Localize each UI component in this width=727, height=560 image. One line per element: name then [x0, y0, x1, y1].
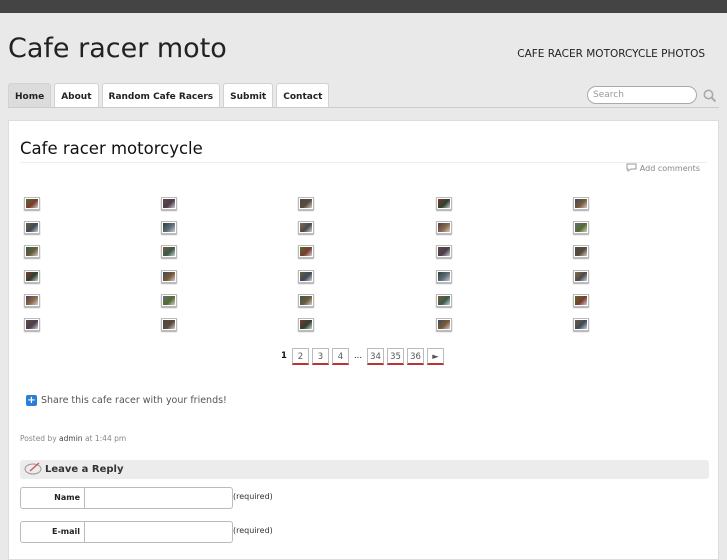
main-nav: Home About Random Cafe Racers Submit Con… [8, 83, 330, 107]
photo-thumbnail[interactable] [573, 221, 589, 234]
page-link[interactable]: 3 [312, 348, 329, 365]
search-input[interactable] [587, 86, 697, 104]
share-text: Share this cafe racer with your friends! [41, 395, 227, 406]
photo-thumbnail[interactable] [24, 197, 40, 210]
photo-thumbnail[interactable] [298, 245, 314, 258]
photo-thumbnail[interactable] [573, 270, 589, 283]
page-link[interactable]: 34 [367, 348, 384, 365]
photo-thumbnail[interactable] [436, 294, 452, 307]
reply-header: Leave a Reply [20, 460, 709, 479]
email-required-note: (required) [233, 526, 273, 535]
photo-thumbnail[interactable] [298, 197, 314, 210]
photo-thumbnail[interactable] [573, 197, 589, 210]
photo-thumbnail[interactable] [161, 197, 177, 210]
photo-thumbnail[interactable] [436, 197, 452, 210]
add-comments-label: Add comments [639, 164, 700, 173]
photo-thumbnail[interactable] [298, 270, 314, 283]
nav-random-cafe-racers[interactable]: Random Cafe Racers [101, 83, 221, 107]
email-field[interactable] [85, 521, 233, 543]
add-comments-link[interactable]: Add comments [626, 163, 700, 174]
name-required-note: (required) [233, 492, 273, 501]
photo-thumbnail[interactable] [436, 318, 452, 331]
page-current: 1 [281, 351, 287, 361]
post-content: Cafe racer motorcycle Add comments 1 2 3… [8, 120, 719, 560]
photo-thumbnail[interactable] [24, 245, 40, 258]
title-divider [20, 162, 707, 163]
photo-thumbnail[interactable] [24, 221, 40, 234]
page-link[interactable]: 35 [387, 348, 404, 365]
page-link[interactable]: 2 [292, 348, 309, 365]
author-link[interactable]: admin [59, 434, 83, 443]
photo-thumbnail[interactable] [436, 245, 452, 258]
photo-thumbnail[interactable] [24, 294, 40, 307]
post-time: 1:44 pm [94, 434, 127, 443]
pagination: 1 2 3 4 ... 34 35 36 ► [279, 348, 444, 365]
nav-about[interactable]: About [54, 83, 99, 107]
search-icon[interactable] [703, 88, 717, 107]
photo-thumbnail[interactable] [298, 294, 314, 307]
photo-thumbnail[interactable] [573, 294, 589, 307]
pencil-icon [24, 460, 42, 479]
posted-by-label: Posted by [20, 434, 57, 443]
photo-thumbnail[interactable] [161, 270, 177, 283]
nav-divider [8, 107, 719, 108]
nav-submit[interactable]: Submit [223, 83, 274, 107]
photo-thumbnail[interactable] [298, 318, 314, 331]
top-bar [0, 0, 727, 13]
photo-thumbnail[interactable] [161, 318, 177, 331]
page-ellipsis: ... [353, 351, 363, 361]
photo-thumbnail[interactable] [573, 318, 589, 331]
plus-icon: + [26, 395, 37, 406]
nav-home[interactable]: Home [8, 83, 52, 107]
name-field[interactable] [85, 487, 233, 509]
photo-thumbnail[interactable] [161, 221, 177, 234]
photo-thumbnail[interactable] [573, 245, 589, 258]
photo-thumbnail[interactable] [161, 294, 177, 307]
reply-title: Leave a Reply [45, 464, 124, 475]
post-title[interactable]: Cafe racer motorcycle [20, 139, 203, 158]
next-page-button[interactable]: ► [427, 348, 444, 365]
photo-thumbnail[interactable] [298, 221, 314, 234]
photo-thumbnail[interactable] [24, 270, 40, 283]
page-link[interactable]: 36 [407, 348, 424, 365]
comment-icon [626, 163, 637, 174]
post-meta: Posted by admin at 1:44 pm [20, 434, 126, 443]
email-field-label: E-mail [20, 521, 85, 543]
name-field-label: Name [20, 487, 85, 509]
share-button[interactable]: + Share this cafe racer with your friend… [26, 395, 227, 406]
photo-thumbnail[interactable] [24, 318, 40, 331]
nav-contact[interactable]: Contact [276, 83, 330, 107]
site-title[interactable]: Cafe racer moto [8, 33, 227, 64]
page-link[interactable]: 4 [332, 348, 349, 365]
site-description: CAFE RACER MOTORCYCLE PHOTOS [517, 48, 705, 60]
photo-thumbnail[interactable] [436, 270, 452, 283]
photo-thumbnail[interactable] [161, 245, 177, 258]
photo-thumbnail[interactable] [436, 221, 452, 234]
at-label: at [84, 434, 93, 443]
